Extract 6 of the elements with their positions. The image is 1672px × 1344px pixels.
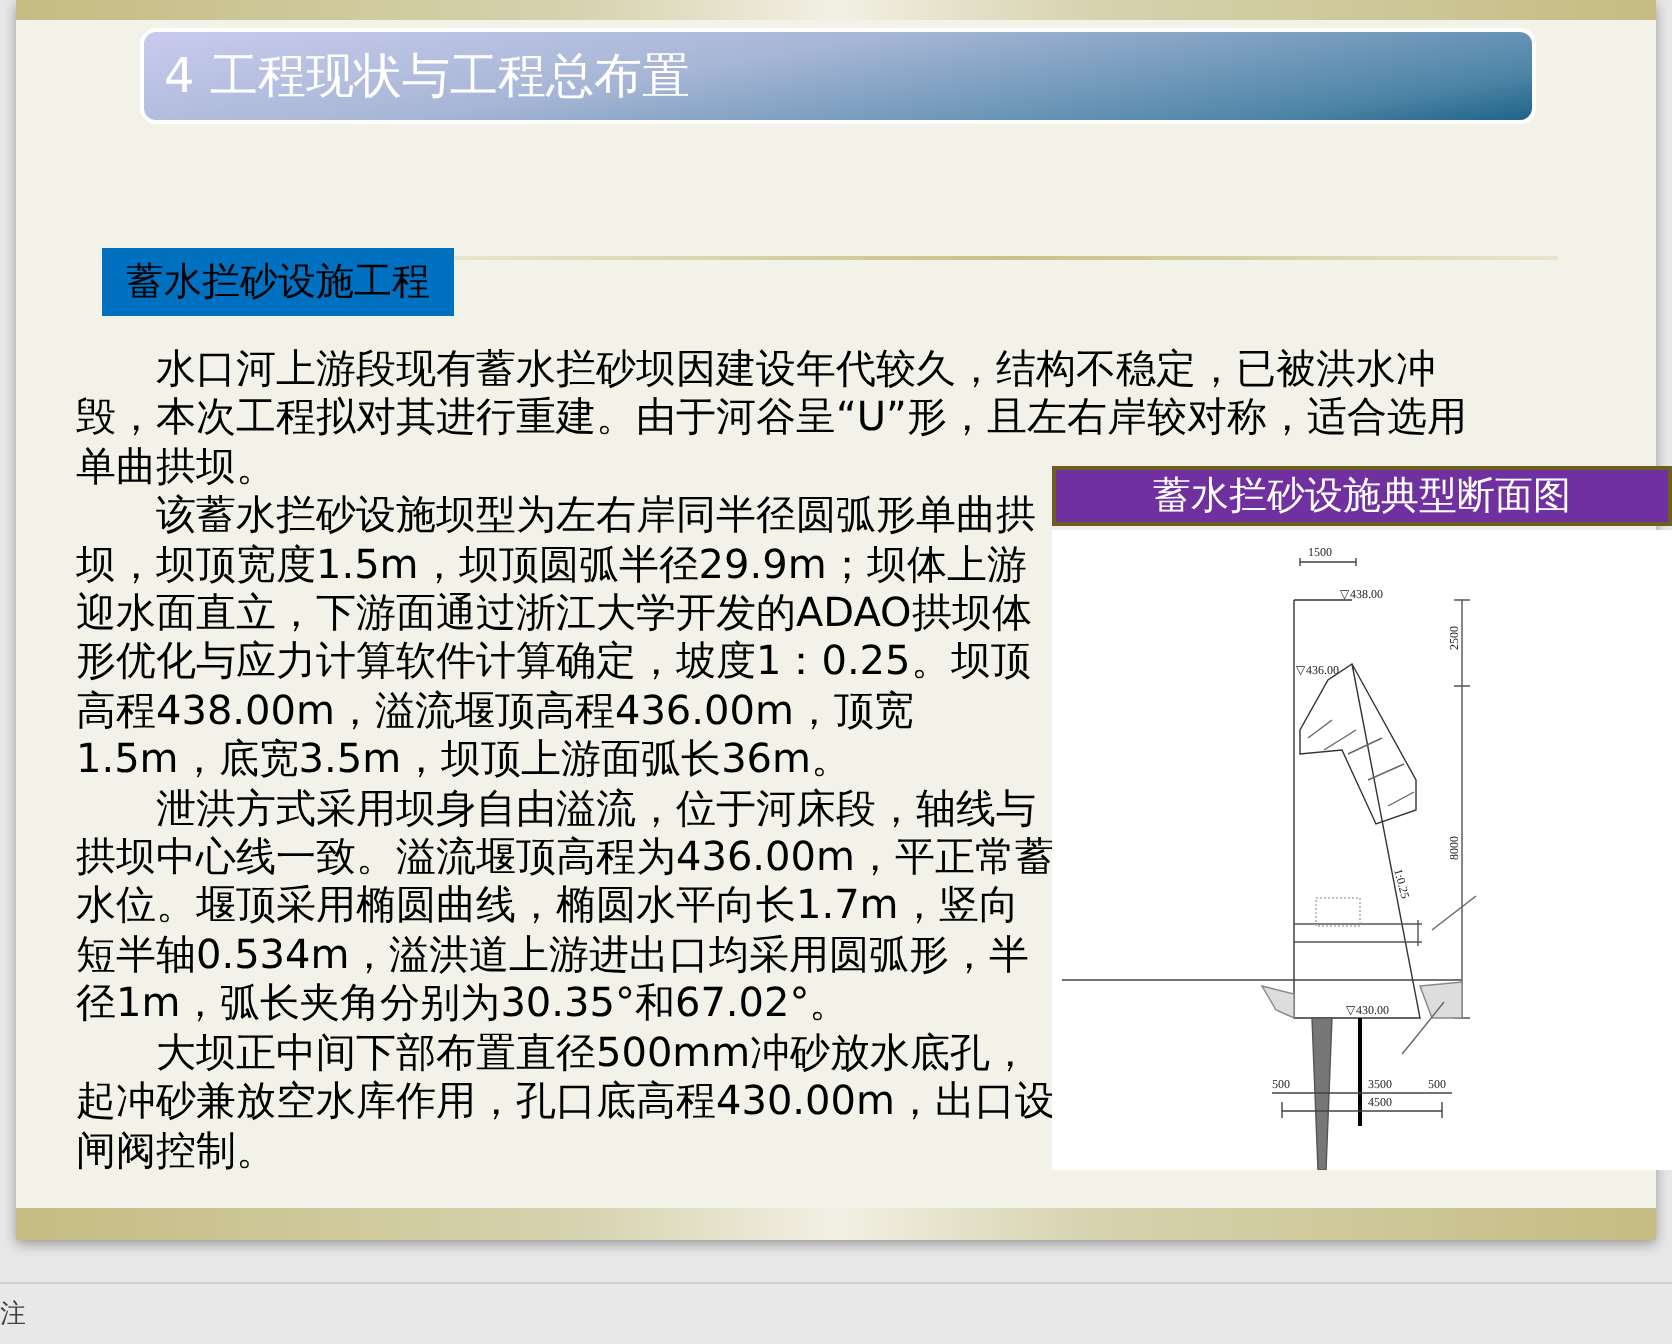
slide-title: 4 工程现状与工程总布置	[140, 28, 1536, 124]
notes-label: 注	[0, 1298, 26, 1332]
body-paragraph: 泄洪方式采用坝身自由溢流，位于河床段，轴线与拱坝中心线一致。溢流堰顶高程为436.00m，平正常蓄水位。堰顶采用椭圆曲线，椭圆水平向长1.7m，竖向短半轴0.534m，溢洪道上游进出口均采用圆弧形，半径1m，弧长夹角分别为30.35°和67.02°。	[76, 783, 1056, 1028]
body-paragraph: 大坝正中间下部布置直径500mm冲砂放水底孔，起冲砂兼放空水库作用，孔口底高程430.00m，出口设闸阀控制。	[76, 1027, 1056, 1174]
section-heading: 蓄水拦砂设施工程	[102, 248, 454, 316]
body-paragraph: 该蓄水拦砂设施坝型为左右岸同半径圆弧形单曲拱坝，坝顶宽度1.5m，坝顶圆弧半径29.9m；坝体上游迎水面直立，下游面通过浙江大学开发的ADAO拱坝体形优化与应力计算软件计算确定，坡度1：0.25。坝顶高程438.00m，溢流堰顶高程436.00m，顶宽1.5m，底宽3.5m，坝顶上游面弧长36m。	[76, 490, 1038, 784]
